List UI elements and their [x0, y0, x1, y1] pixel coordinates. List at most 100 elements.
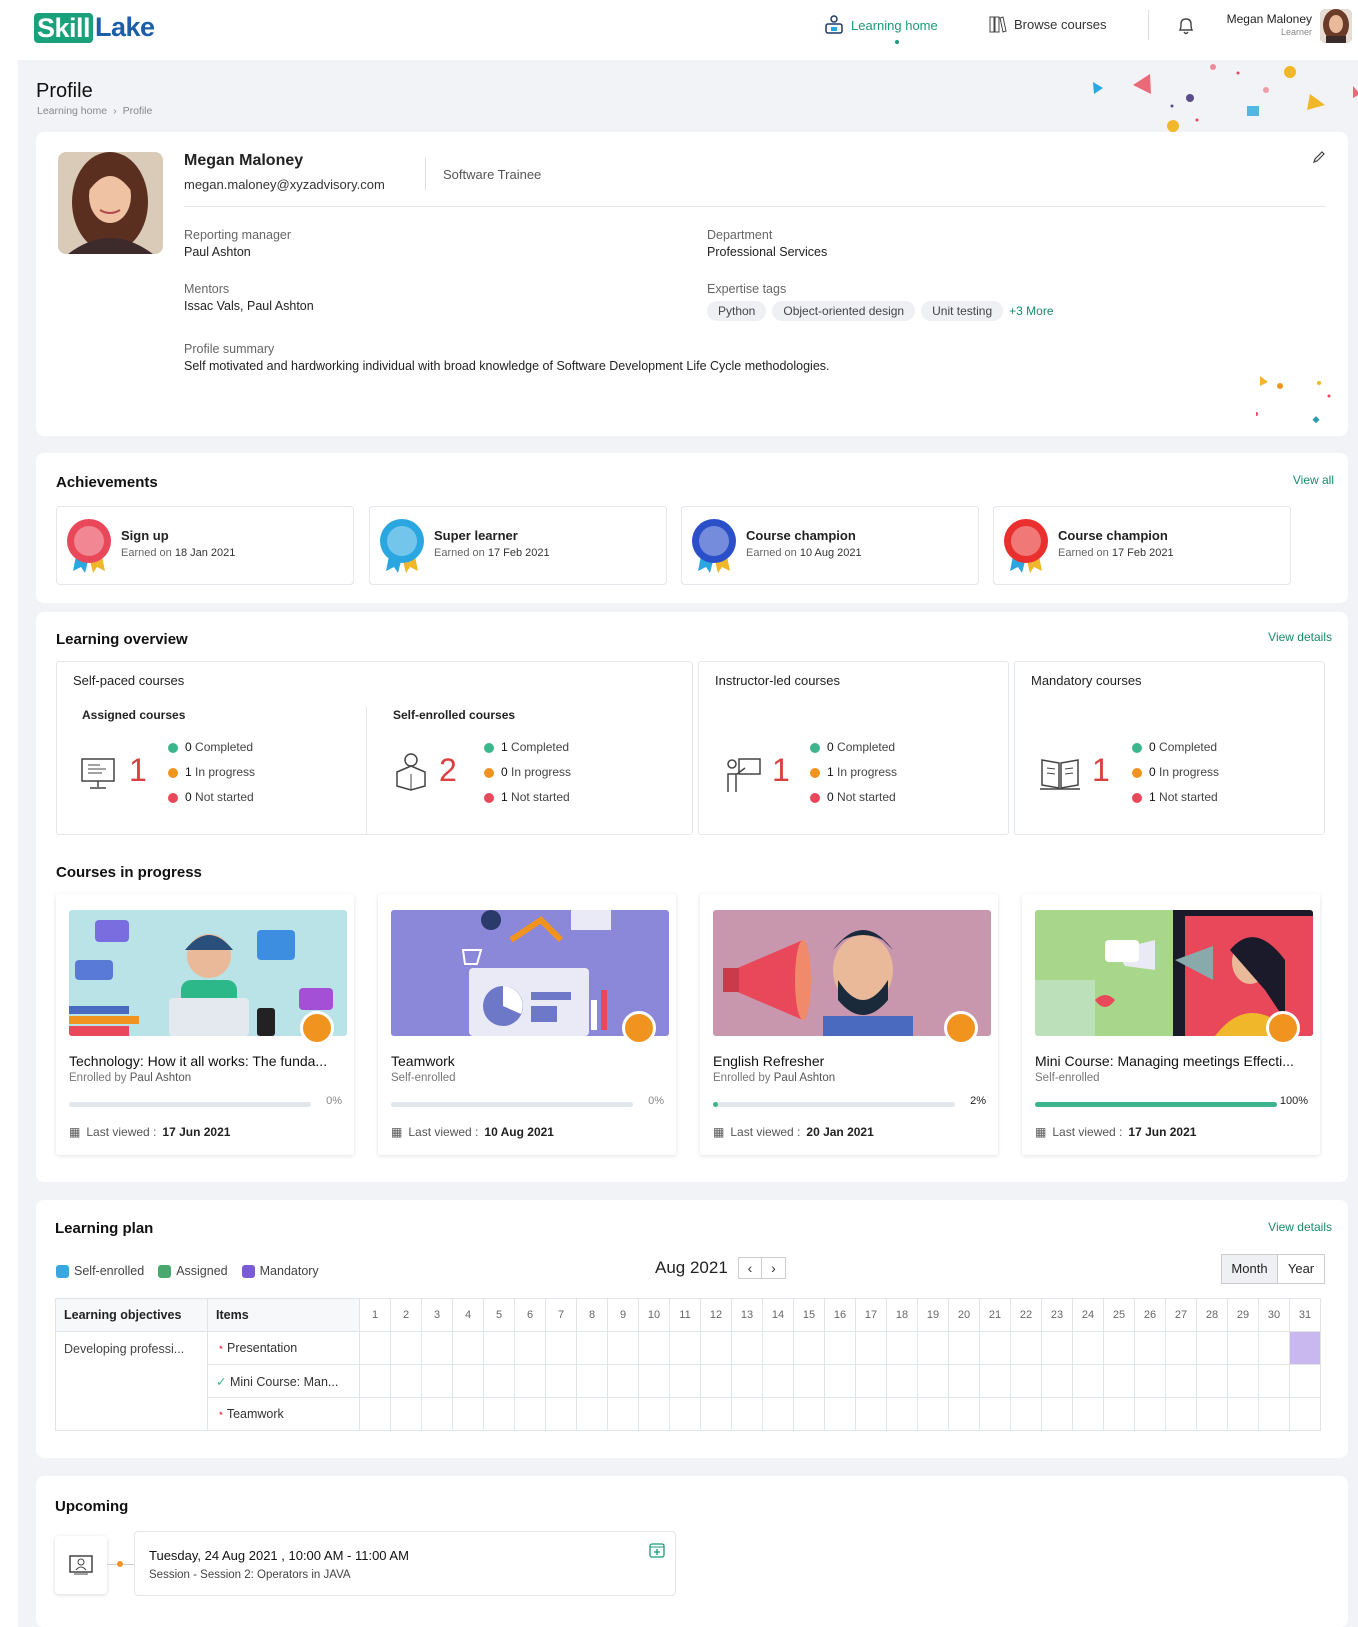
plan-day-cell[interactable]: [1134, 1331, 1166, 1365]
plan-day-cell[interactable]: [638, 1397, 670, 1431]
plan-day-cell[interactable]: [979, 1331, 1011, 1365]
more-tags-link[interactable]: +3 More: [1009, 304, 1053, 318]
plan-day-cell[interactable]: [421, 1331, 453, 1365]
plan-day-cell[interactable]: [1258, 1364, 1290, 1398]
plan-day-cell[interactable]: [669, 1397, 701, 1431]
plan-day-cell[interactable]: [514, 1331, 546, 1365]
plan-day-cell[interactable]: [1165, 1331, 1197, 1365]
plan-day-cell[interactable]: [1103, 1397, 1135, 1431]
plan-day-cell[interactable]: [545, 1364, 577, 1398]
plan-day-cell[interactable]: [514, 1364, 546, 1398]
plan-day-cell[interactable]: [979, 1364, 1011, 1398]
year-view-button[interactable]: Year: [1277, 1254, 1325, 1284]
plan-day-cell[interactable]: [1041, 1331, 1073, 1365]
plan-day-cell[interactable]: [359, 1364, 391, 1398]
plan-day-cell[interactable]: [1227, 1397, 1259, 1431]
plan-day-cell[interactable]: [731, 1364, 763, 1398]
plan-day-cell[interactable]: [669, 1364, 701, 1398]
achievement-card[interactable]: Course champion Earned on 10 Aug 2021: [681, 506, 979, 585]
month-view-button[interactable]: Month: [1221, 1254, 1278, 1284]
plan-item[interactable]: ◔ Presentation: [207, 1331, 360, 1365]
plan-day-cell[interactable]: [607, 1364, 639, 1398]
plan-day-cell[interactable]: [762, 1331, 794, 1365]
plan-day-cell[interactable]: [731, 1397, 763, 1431]
plan-day-cell[interactable]: [421, 1397, 453, 1431]
plan-day-cell[interactable]: [421, 1364, 453, 1398]
plan-day-cell[interactable]: [1010, 1397, 1042, 1431]
plan-day-cell[interactable]: [359, 1397, 391, 1431]
plan-day-cell[interactable]: [886, 1397, 918, 1431]
plan-day-cell[interactable]: [1072, 1331, 1104, 1365]
edit-icon[interactable]: [1312, 150, 1326, 164]
plan-day-cell[interactable]: [452, 1397, 484, 1431]
view-all-achievements-link[interactable]: View all: [1293, 473, 1334, 487]
plan-day-cell[interactable]: [514, 1397, 546, 1431]
plan-day-cell[interactable]: [1134, 1397, 1166, 1431]
plan-day-cell[interactable]: [948, 1397, 980, 1431]
plan-day-cell[interactable]: [700, 1331, 732, 1365]
plan-day-cell[interactable]: [793, 1331, 825, 1365]
plan-day-cell[interactable]: [948, 1331, 980, 1365]
plan-day-cell[interactable]: [793, 1364, 825, 1398]
plan-day-cell[interactable]: [1103, 1331, 1135, 1365]
view-plan-details-link[interactable]: View details: [1268, 1220, 1332, 1234]
plan-day-cell[interactable]: [545, 1397, 577, 1431]
plan-day-cell[interactable]: [1289, 1397, 1321, 1431]
plan-day-cell[interactable]: [855, 1331, 887, 1365]
plan-day-cell[interactable]: [886, 1364, 918, 1398]
bell-icon[interactable]: [1177, 16, 1195, 36]
plan-day-cell[interactable]: [1072, 1364, 1104, 1398]
plan-day-cell[interactable]: [1165, 1364, 1197, 1398]
user-menu[interactable]: Megan Maloney Learner: [1227, 12, 1312, 37]
plan-day-cell[interactable]: [390, 1331, 422, 1365]
plan-day-cell[interactable]: [1258, 1331, 1290, 1365]
achievement-card[interactable]: Super learner Earned on 17 Feb 2021: [369, 506, 667, 585]
plan-day-cell[interactable]: [1196, 1364, 1228, 1398]
plan-day-cell[interactable]: [1258, 1397, 1290, 1431]
plan-day-cell[interactable]: [731, 1331, 763, 1365]
plan-day-cell[interactable]: [917, 1364, 949, 1398]
plan-day-cell[interactable]: [359, 1331, 391, 1365]
plan-day-cell[interactable]: [1072, 1397, 1104, 1431]
plan-day-cell[interactable]: [669, 1331, 701, 1365]
plan-day-cell[interactable]: [1196, 1331, 1228, 1365]
plan-day-cell[interactable]: [855, 1364, 887, 1398]
next-month-button[interactable]: ›: [762, 1257, 786, 1279]
plan-day-cell[interactable]: [1227, 1331, 1259, 1365]
plan-day-cell[interactable]: [917, 1397, 949, 1431]
plan-day-cell[interactable]: [948, 1364, 980, 1398]
plan-day-cell[interactable]: [576, 1331, 608, 1365]
plan-day-cell[interactable]: [700, 1397, 732, 1431]
skilllake-logo[interactable]: Skill Lake: [34, 12, 155, 43]
plan-day-cell[interactable]: [824, 1331, 856, 1365]
plan-day-cell[interactable]: [1041, 1397, 1073, 1431]
plan-day-cell[interactable]: [1103, 1364, 1135, 1398]
plan-day-cell[interactable]: [1134, 1364, 1166, 1398]
add-to-calendar-icon[interactable]: [649, 1542, 665, 1558]
plan-day-cell[interactable]: [1165, 1397, 1197, 1431]
plan-day-cell[interactable]: [607, 1397, 639, 1431]
plan-day-cell[interactable]: [855, 1397, 887, 1431]
course-card[interactable]: Mini Course: Managing meetings Effecti..…: [1022, 894, 1320, 1155]
course-card[interactable]: Teamwork Self-enrolled 0% ▦ Last viewed :…: [378, 894, 676, 1155]
plan-item[interactable]: ✓ Mini Course: Man...: [207, 1364, 360, 1398]
view-overview-details-link[interactable]: View details: [1268, 630, 1332, 644]
achievement-card[interactable]: Sign up Earned on 18 Jan 2021: [56, 506, 354, 585]
plan-day-cell[interactable]: [576, 1397, 608, 1431]
plan-day-cell[interactable]: [1289, 1364, 1321, 1398]
plan-day-cell[interactable]: [979, 1397, 1011, 1431]
nav-learning-home[interactable]: Learning home: [823, 14, 938, 36]
plan-day-cell[interactable]: [638, 1364, 670, 1398]
plan-day-cell[interactable]: [452, 1331, 484, 1365]
plan-day-cell[interactable]: [762, 1364, 794, 1398]
plan-day-cell[interactable]: [576, 1364, 608, 1398]
user-avatar[interactable]: [1320, 9, 1352, 43]
plan-day-cell[interactable]: [1010, 1331, 1042, 1365]
plan-day-cell[interactable]: [483, 1364, 515, 1398]
nav-browse-courses[interactable]: Browse courses: [988, 14, 1106, 34]
plan-day-cell[interactable]: [1289, 1331, 1321, 1365]
plan-day-cell[interactable]: [1041, 1364, 1073, 1398]
prev-month-button[interactable]: ‹: [738, 1257, 762, 1279]
plan-day-cell[interactable]: [1196, 1397, 1228, 1431]
plan-day-cell[interactable]: [638, 1331, 670, 1365]
